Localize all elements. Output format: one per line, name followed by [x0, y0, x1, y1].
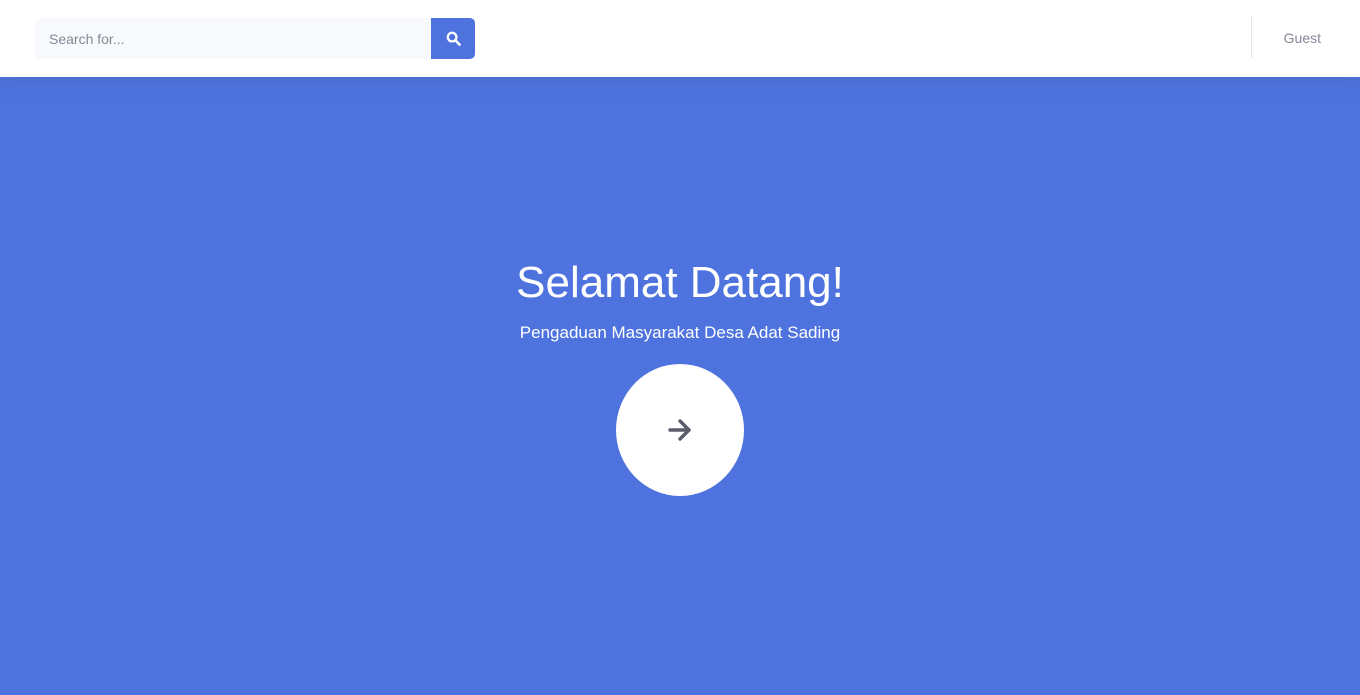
search-input[interactable]	[35, 18, 431, 59]
topbar-divider	[1251, 17, 1252, 58]
arrow-right-icon	[668, 419, 691, 441]
topbar: Guest	[0, 0, 1360, 77]
user-name[interactable]: Guest	[1284, 30, 1321, 46]
hero-section: Selamat Datang! Pengaduan Masyarakat Des…	[0, 77, 1360, 695]
hero-subtitle: Pengaduan Masyarakat Desa Adat Sading	[519, 323, 841, 342]
hero-title: Selamat Datang!	[516, 258, 844, 307]
search-icon	[446, 31, 461, 46]
enter-button[interactable]	[616, 364, 744, 496]
search-button[interactable]	[431, 18, 475, 59]
search-bar	[35, 18, 475, 59]
